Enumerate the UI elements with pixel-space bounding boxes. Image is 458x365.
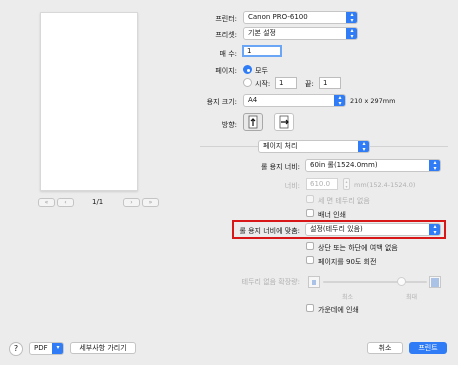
- printer-value: Canon PRO-6100: [248, 13, 308, 21]
- orientation-label: 방향:: [221, 121, 237, 129]
- pdf-label: PDF: [34, 344, 48, 352]
- hide-details-button[interactable]: 세부사항 가리기: [70, 342, 136, 354]
- preset-select[interactable]: 기본 설정 ▴ ▾: [243, 27, 358, 40]
- extension-label: 테두리 없음 확장량:: [241, 278, 300, 286]
- prev-page-button[interactable]: ‹: [57, 198, 74, 207]
- borderless-vertical-checkbox[interactable]: [306, 195, 314, 203]
- chevron-updown-icon: ▴ ▾: [429, 160, 440, 171]
- first-page-button[interactable]: «: [38, 198, 55, 207]
- chevron-updown-icon: ▴ ▾: [429, 224, 440, 235]
- banner-checkbox[interactable]: [306, 209, 314, 217]
- pages-from-field[interactable]: 1: [275, 77, 297, 89]
- chevron-updown-icon: ▴ ▾: [346, 12, 357, 23]
- landscape-icon: [279, 115, 289, 129]
- width-field[interactable]: 610.0: [306, 178, 338, 190]
- panel-value: 페이지 처리: [263, 142, 298, 150]
- pdf-menu[interactable]: PDF ▾: [29, 342, 64, 355]
- copies-label: 매 수:: [219, 50, 237, 58]
- printer-select[interactable]: Canon PRO-6100 ▴ ▾: [243, 11, 358, 24]
- pages-all-radio[interactable]: [243, 65, 252, 74]
- next-page-button[interactable]: ›: [123, 198, 140, 207]
- center-checkbox[interactable]: [306, 304, 314, 312]
- fit-roll-value: 설정(테두리 있음): [310, 225, 363, 233]
- paper-size-select[interactable]: A4 ▴ ▾: [243, 94, 346, 107]
- pages-range-radio[interactable]: [243, 78, 252, 87]
- rotate-label: 페이지를 90도 회전: [318, 258, 377, 266]
- panel-select[interactable]: 페이지 처리 ▴ ▾: [258, 140, 370, 153]
- extension-slider-thumb[interactable]: [396, 277, 406, 286]
- print-button[interactable]: 프린트: [409, 342, 447, 354]
- center-label: 가운데에 인쇄: [318, 306, 359, 314]
- last-page-button[interactable]: »: [142, 198, 159, 207]
- width-stepper[interactable]: ▴ ▾: [343, 178, 350, 190]
- width-label: 너비:: [284, 182, 300, 190]
- preset-label: 프리셋:: [215, 31, 237, 39]
- roll-width-label: 롤 용지 너비:: [260, 163, 300, 171]
- printer-label: 프린터:: [215, 15, 237, 23]
- pages-all-label: 모두: [255, 67, 268, 75]
- paper-size-label: 용지 크기:: [206, 98, 237, 106]
- pages-to-label: 끝:: [305, 80, 314, 88]
- no-margin-checkbox[interactable]: [306, 242, 314, 250]
- roll-width-select[interactable]: 60in 롤(1524.0mm) ▴ ▾: [305, 159, 441, 172]
- portrait-icon: [248, 115, 258, 129]
- landscape-button[interactable]: [274, 113, 294, 131]
- cancel-button[interactable]: 취소: [367, 342, 403, 354]
- rotate-checkbox[interactable]: [306, 256, 314, 264]
- portrait-button[interactable]: [243, 113, 263, 131]
- paper-dims: 210 x 297mm: [350, 97, 396, 105]
- preset-value: 기본 설정: [248, 29, 276, 37]
- width-range: mm(152.4-1524.0): [354, 181, 416, 189]
- chevron-down-icon: ▾: [52, 343, 63, 354]
- extension-slider-track: [323, 281, 427, 283]
- fit-roll-label: 롤 용지 너비에 맞춤:: [239, 227, 300, 235]
- pages-from-label: 시작:: [255, 80, 271, 88]
- extension-max-label: 최대: [406, 294, 418, 301]
- page-preview: [40, 12, 138, 191]
- pages-to-field[interactable]: 1: [319, 77, 341, 89]
- paper-size-value: A4: [248, 96, 258, 104]
- chevron-updown-icon: ▴ ▾: [346, 28, 357, 39]
- borderless-vertical-label: 세 면 테두리 없음: [318, 197, 370, 205]
- help-button[interactable]: ?: [9, 342, 23, 356]
- max-extension-icon: [429, 276, 441, 288]
- copies-field[interactable]: 1: [242, 45, 282, 57]
- no-margin-label: 상단 또는 하단에 여백 없음: [318, 244, 398, 252]
- pages-label: 페이지:: [215, 67, 237, 75]
- roll-width-value: 60in 롤(1524.0mm): [310, 161, 378, 169]
- fit-roll-select[interactable]: 설정(테두리 있음) ▴ ▾: [305, 223, 441, 236]
- banner-label: 배너 인쇄: [318, 211, 346, 219]
- chevron-updown-icon: ▴ ▾: [334, 95, 345, 106]
- extension-min-label: 최소: [342, 294, 354, 301]
- min-extension-icon: [308, 276, 320, 288]
- page-indicator: 1/1: [92, 198, 104, 206]
- chevron-updown-icon: ▴ ▾: [358, 141, 369, 152]
